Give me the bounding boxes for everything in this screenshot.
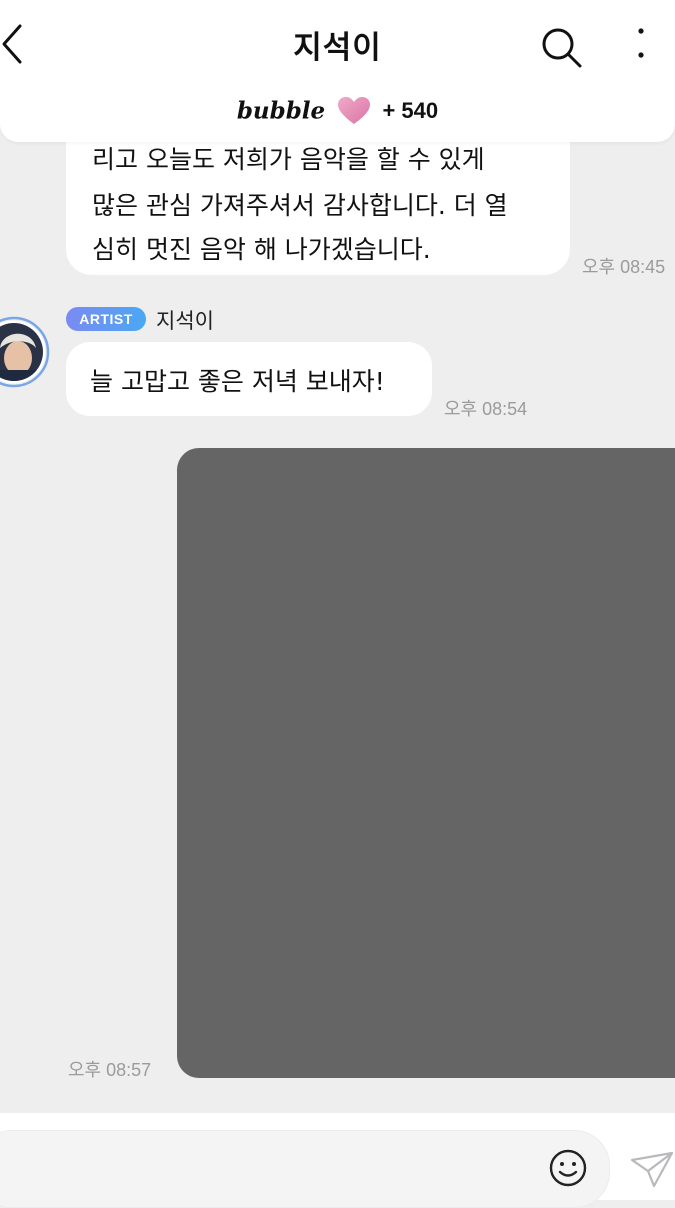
message-input[interactable] (0, 1130, 610, 1208)
emoji-button[interactable] (548, 1148, 588, 1188)
chat-header: 지석이 (0, 0, 675, 88)
heart-icon (337, 97, 370, 124)
avatar[interactable] (0, 308, 58, 396)
message-bubble: 늘 고맙고 좋은 저녁 보내자! (66, 342, 432, 416)
message-line: 리고 오늘도 저희가 음악을 할 수 있게 (92, 145, 485, 174)
photo-message[interactable] (177, 448, 675, 1078)
message-line: 심히 멋진 음악 해 나가겠습니다. (92, 235, 431, 264)
search-icon (542, 28, 582, 68)
more-options-button[interactable] (628, 24, 656, 64)
smile-icon (549, 1149, 587, 1187)
message-timestamp: 오후 08:57 (68, 1060, 152, 1080)
message-timestamp: 오후 08:45 (582, 257, 666, 277)
bubble-bar: bubble + 540 (0, 88, 675, 142)
message-timestamp: 오후 08:54 (444, 399, 528, 419)
send-icon (630, 1151, 674, 1188)
search-button[interactable] (538, 24, 584, 70)
bubble-counter: bubble + 540 (0, 96, 675, 126)
message-line: 많은 관심 가져주셔서 감사합니다. 더 열 (92, 191, 508, 220)
bubble-logo: bubble (236, 97, 326, 125)
sender-name: 지석이 (156, 309, 214, 333)
bubble-count: + 540 (382, 98, 439, 123)
send-button[interactable] (628, 1150, 675, 1190)
more-vertical-icon (638, 28, 644, 58)
message-text: 늘 고맙고 좋은 저녁 보내자! (90, 367, 385, 396)
artist-badge: ARTIST (66, 307, 146, 331)
avatar-photo (0, 316, 50, 388)
